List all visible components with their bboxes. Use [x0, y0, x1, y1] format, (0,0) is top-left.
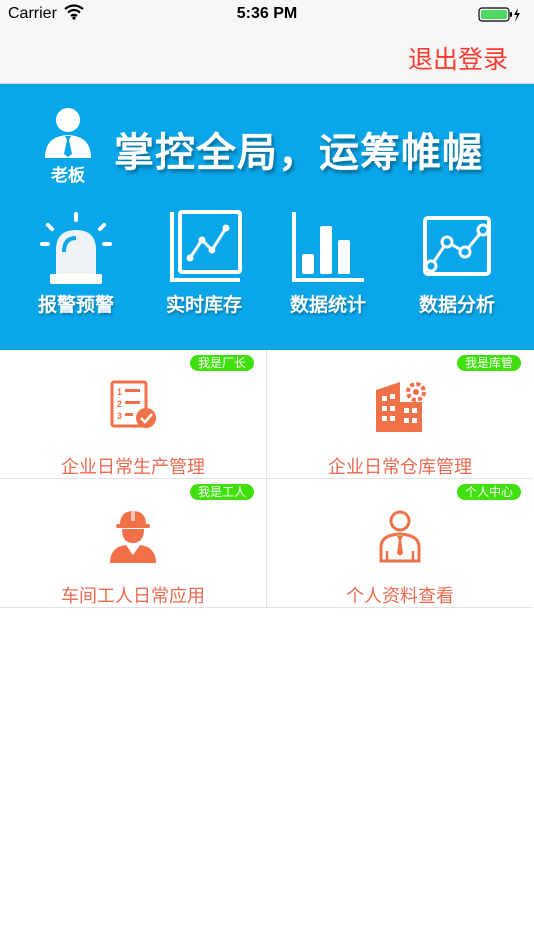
- scatter-chart-icon: [402, 208, 512, 286]
- line-chart-icon: [149, 208, 259, 286]
- slogan-title: 掌控全局，运筹帷幄: [114, 131, 483, 175]
- alarm-siren-icon: [21, 208, 131, 286]
- boss-role: 老板: [38, 106, 98, 186]
- status-bar: Carrier 5:36 PM: [0, 0, 534, 30]
- feature-alarm[interactable]: 报警预警: [21, 208, 131, 317]
- svg-text:1: 1: [117, 387, 122, 397]
- feature-label: 数据统计: [289, 295, 366, 316]
- role-badge: 个人中心: [456, 484, 521, 500]
- person-tie-icon: [267, 509, 533, 568]
- bar-chart-icon: [273, 208, 383, 286]
- module-profile[interactable]: 个人中心 个人资料查看: [266, 479, 533, 608]
- role-badge: 我是库管: [456, 355, 521, 371]
- module-label: 个人资料查看: [346, 586, 454, 606]
- feature-label: 数据分析: [418, 295, 495, 316]
- clock: 5:36 PM: [236, 5, 298, 22]
- worker-helmet-icon: [0, 509, 266, 568]
- checklist-icon: 1 2 3: [0, 380, 266, 435]
- feature-label: 报警预警: [37, 295, 114, 316]
- module-label: 企业日常仓库管理: [328, 457, 472, 477]
- module-production[interactable]: 我是厂长 1 2 3 企业日常生产管理: [0, 350, 266, 479]
- warehouse-gear-icon: [267, 380, 533, 439]
- battery-icon: [478, 7, 522, 28]
- role-badge: 我是厂长: [189, 355, 254, 371]
- module-label: 车间工人日常应用: [61, 586, 205, 606]
- feature-analysis[interactable]: 数据分析: [402, 208, 512, 317]
- feature-label: 实时库存: [165, 295, 242, 316]
- role-badge: 我是工人: [189, 484, 254, 500]
- dashboard-banner: 老板 掌控全局，运筹帷幄 报警预警 实时库存 数据统计 数据分析: [0, 84, 534, 350]
- module-worker[interactable]: 我是工人 车间工人日常应用: [0, 479, 266, 608]
- feature-statistics[interactable]: 数据统计: [273, 208, 383, 317]
- module-warehouse[interactable]: 我是库管 企业日常仓库管理: [266, 350, 533, 479]
- feature-inventory[interactable]: 实时库存: [149, 208, 259, 317]
- logout-button[interactable]: 退出登录: [408, 40, 508, 76]
- role-label: 老板: [51, 166, 85, 185]
- user-avatar-icon: [38, 106, 98, 163]
- nav-bar: 退出登录: [0, 30, 534, 84]
- module-label: 企业日常生产管理: [61, 457, 205, 477]
- svg-text:2: 2: [117, 399, 122, 409]
- svg-text:3: 3: [117, 411, 122, 421]
